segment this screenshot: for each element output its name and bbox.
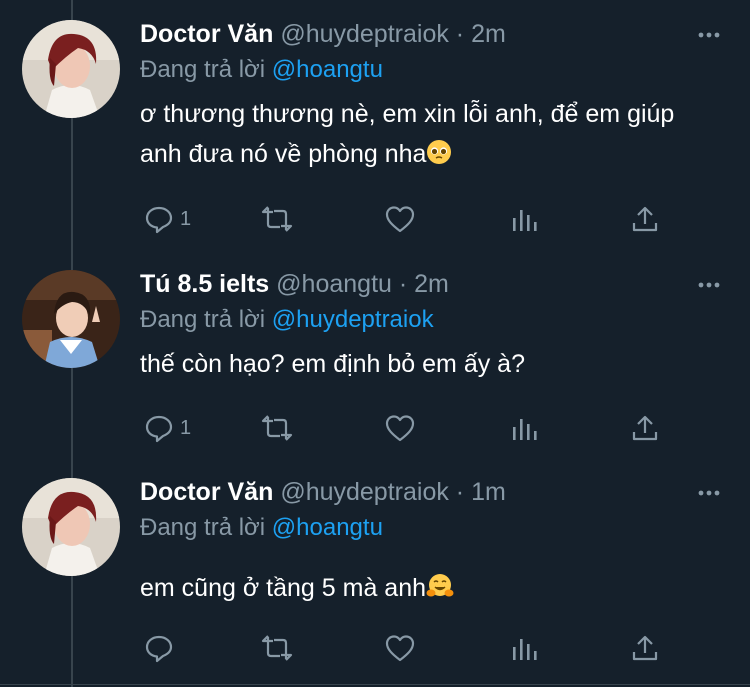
tweet-text: ơ thương thương nè, em xin lỗi anh, để e… — [140, 94, 720, 177]
tweet-text-content: em cũng ở tầng 5 mà anh — [140, 574, 427, 602]
retweet-button[interactable] — [260, 408, 294, 448]
reply-button[interactable]: 1 — [144, 408, 191, 448]
share-icon — [630, 633, 660, 663]
tweet-1[interactable]: Doctor Văn @huydeptraiok · 2m Đang trả l… — [0, 0, 750, 258]
more-icon[interactable] — [696, 272, 722, 303]
tweet-actions — [140, 628, 700, 668]
separator-dot: · — [455, 478, 465, 506]
share-icon — [630, 413, 660, 443]
retweet-icon — [260, 413, 294, 443]
like-button[interactable] — [384, 628, 416, 668]
mention-link[interactable]: @huydeptraiok — [272, 306, 434, 333]
analytics-icon — [510, 204, 538, 234]
timestamp[interactable]: 2m — [414, 270, 449, 298]
separator-dot: · — [455, 20, 465, 48]
replying-to-label: Đang trả lời — [140, 514, 266, 541]
retweet-icon — [260, 633, 294, 663]
analytics-icon — [510, 413, 538, 443]
avatar[interactable] — [22, 478, 120, 576]
tweet-text: em cũng ở tầng 5 mà anh — [140, 568, 720, 611]
tweet-text-content: thế còn hạo? em định bỏ em ấy à? — [140, 350, 525, 378]
reply-button[interactable] — [144, 628, 180, 668]
display-name[interactable]: Doctor Văn — [140, 478, 273, 506]
share-icon — [630, 204, 660, 234]
reply-button[interactable]: 1 — [144, 199, 191, 239]
display-name[interactable]: Doctor Văn — [140, 20, 273, 48]
separator-dot: · — [398, 270, 408, 298]
tweet-text: thế còn hạo? em định bỏ em ấy à? — [140, 344, 720, 384]
like-icon — [384, 204, 416, 234]
mention-link[interactable]: @hoangtu — [272, 56, 383, 83]
bottom-divider — [0, 684, 750, 685]
display-name[interactable]: Tú 8.5 ielts — [140, 270, 269, 298]
analytics-button[interactable] — [510, 628, 538, 668]
reply-icon — [144, 204, 174, 234]
avatar[interactable] — [22, 270, 120, 368]
handle[interactable]: @hoangtu — [276, 270, 392, 298]
like-button[interactable] — [384, 199, 416, 239]
tweet-2[interactable]: Tú 8.5 ielts @hoangtu · 2m Đang trả lời … — [0, 250, 750, 470]
like-icon — [384, 633, 416, 663]
pleading-face-emoji — [426, 137, 452, 177]
hugging-face-emoji — [426, 571, 454, 611]
mention-link[interactable]: @hoangtu — [272, 514, 383, 541]
handle[interactable]: @huydeptraiok — [280, 478, 449, 506]
timestamp[interactable]: 2m — [471, 20, 506, 48]
retweet-icon — [260, 204, 294, 234]
reply-icon — [144, 413, 174, 443]
replying-to: Đang trả lời @huydeptraiok — [140, 306, 434, 334]
avatar[interactable] — [22, 20, 120, 118]
timestamp[interactable]: 1m — [471, 478, 506, 506]
analytics-icon — [510, 633, 538, 663]
replying-to-label: Đang trả lời — [140, 306, 266, 333]
analytics-button[interactable] — [510, 199, 538, 239]
more-icon[interactable] — [696, 22, 722, 53]
tweet-header: Tú 8.5 ielts @hoangtu · 2m — [140, 270, 449, 298]
share-button[interactable] — [630, 628, 660, 668]
like-icon — [384, 413, 416, 443]
more-icon[interactable] — [696, 480, 722, 511]
reply-icon — [144, 633, 174, 663]
retweet-button[interactable] — [260, 199, 294, 239]
retweet-button[interactable] — [260, 628, 294, 668]
tweet-text-content: ơ thương thương nè, em xin lỗi anh, để e… — [140, 100, 675, 168]
analytics-button[interactable] — [510, 408, 538, 448]
reply-count: 1 — [180, 207, 192, 230]
tweet-header: Doctor Văn @huydeptraiok · 1m — [140, 478, 506, 506]
tweet-header: Doctor Văn @huydeptraiok · 2m — [140, 20, 506, 48]
share-button[interactable] — [630, 199, 660, 239]
share-button[interactable] — [630, 408, 660, 448]
replying-to-label: Đang trả lời — [140, 56, 266, 83]
reply-count: 1 — [180, 416, 192, 439]
tweet-3[interactable]: Doctor Văn @huydeptraiok · 1m Đang trả l… — [0, 458, 750, 687]
replying-to: Đang trả lời @hoangtu — [140, 514, 383, 542]
like-button[interactable] — [384, 408, 416, 448]
handle[interactable]: @huydeptraiok — [280, 20, 449, 48]
tweet-actions: 1 — [140, 408, 700, 448]
tweet-actions: 1 — [140, 199, 700, 239]
replying-to: Đang trả lời @hoangtu — [140, 56, 383, 84]
